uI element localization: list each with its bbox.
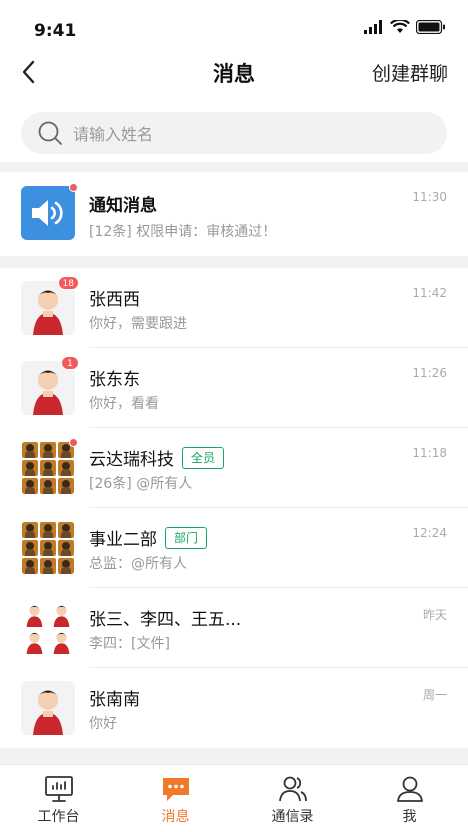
conversation-preview: 你好，看看: [89, 396, 159, 412]
group-avatar: [21, 438, 78, 495]
notice-name: 通知消息: [89, 196, 157, 216]
conversation-preview: 你好，需要跟进: [89, 316, 187, 332]
wifi-icon: [390, 20, 410, 33]
conversation-time: 11:18: [412, 446, 447, 460]
group-avatar: [21, 521, 75, 575]
conversation-time: 11:26: [412, 366, 447, 380]
tab-label: 通信录: [271, 809, 314, 825]
conversation-name-text: 事业二部: [89, 530, 157, 550]
nav-bar: 消息 创建群聊: [0, 50, 468, 94]
message-icon: [162, 778, 189, 801]
tab-messages[interactable]: 消息: [117, 765, 234, 832]
search-icon: [38, 121, 62, 145]
conversation-name: 张西西: [89, 290, 140, 310]
divider: [0, 256, 468, 268]
battery-icon: [416, 20, 445, 34]
conversation-row[interactable]: 事业二部 部门 总监：@所有人 12:24: [0, 508, 468, 588]
user-icon: [396, 776, 423, 802]
unread-dot: [69, 438, 78, 447]
avatar-person-icon: [33, 690, 63, 735]
conversation-time: 11:42: [412, 286, 447, 300]
status-bar: 9:41: [0, 0, 468, 50]
conversation-row[interactable]: 18 张西西 你好，需要跟进 11:42: [0, 268, 468, 348]
conversation-name: 事业二部 部门: [89, 525, 208, 550]
divider: [0, 748, 468, 764]
conversation-row[interactable]: 云达瑞科技 全员 [26条] @所有人 11:18: [0, 428, 468, 508]
tab-me[interactable]: 我: [351, 765, 468, 832]
group-tag: 部门: [165, 526, 208, 549]
avatar: 1: [21, 356, 79, 415]
search-section: 请输入姓名: [0, 104, 468, 162]
conversation-preview: 总监：@所有人: [89, 556, 187, 572]
avatar: [21, 681, 75, 735]
conversation-preview: [26条] @所有人: [89, 476, 193, 492]
create-group-button[interactable]: 创建群聊: [372, 59, 448, 86]
notice-preview: [12条] 权限申请：审核通过！: [89, 224, 277, 240]
conversation-row[interactable]: 张南南 你好 周一: [0, 668, 468, 748]
conversation-name: 云达瑞科技 全员: [89, 445, 225, 470]
conversation-row[interactable]: 张三、李四、王五... 李四：[文件] 昨天: [0, 588, 468, 668]
notice-time: 11:30: [412, 190, 447, 204]
speaker-icon: [32, 200, 63, 226]
monitor-icon: [44, 776, 73, 802]
unread-count-badge: 18: [57, 276, 79, 290]
conversation-preview: 李四：[文件]: [89, 636, 170, 652]
contacts-icon: [278, 776, 307, 802]
tab-label: 消息: [161, 809, 190, 825]
conversation-time: 12:24: [412, 526, 447, 540]
conversation-preview: 你好: [89, 716, 117, 732]
search-placeholder: 请输入姓名: [73, 125, 154, 144]
tab-bar: 工作台 消息 通信录 我: [0, 764, 468, 832]
avatar: 18: [21, 276, 79, 335]
divider: [0, 162, 468, 172]
tab-workbench[interactable]: 工作台: [0, 765, 117, 832]
conversation-row[interactable]: 1 张东东 你好，看看 11:26: [0, 348, 468, 428]
conversation-name: 张三、李四、王五...: [89, 610, 242, 630]
status-time: 9:41: [34, 21, 77, 41]
conversation-time: 周一: [422, 688, 447, 702]
tab-label: 我: [402, 809, 417, 825]
group-avatar: [21, 601, 75, 655]
status-icons: [364, 20, 446, 34]
conversation-name: 张东东: [89, 370, 140, 390]
conversation-name-text: 云达瑞科技: [89, 450, 174, 470]
tab-contacts[interactable]: 通信录: [234, 765, 351, 832]
conversation-name: 张南南: [89, 690, 140, 710]
notice-row[interactable]: 通知消息 [12条] 权限申请：审核通过！ 11:30: [0, 172, 468, 256]
tab-label: 工作台: [37, 809, 80, 825]
notice-avatar: [21, 183, 78, 240]
signal-icon: [364, 20, 382, 34]
search-input[interactable]: 请输入姓名: [21, 112, 447, 154]
unread-dot: [69, 183, 78, 192]
conversation-time: 昨天: [422, 608, 447, 622]
unread-count-badge: 1: [61, 356, 79, 370]
group-tag: 全员: [182, 446, 225, 469]
